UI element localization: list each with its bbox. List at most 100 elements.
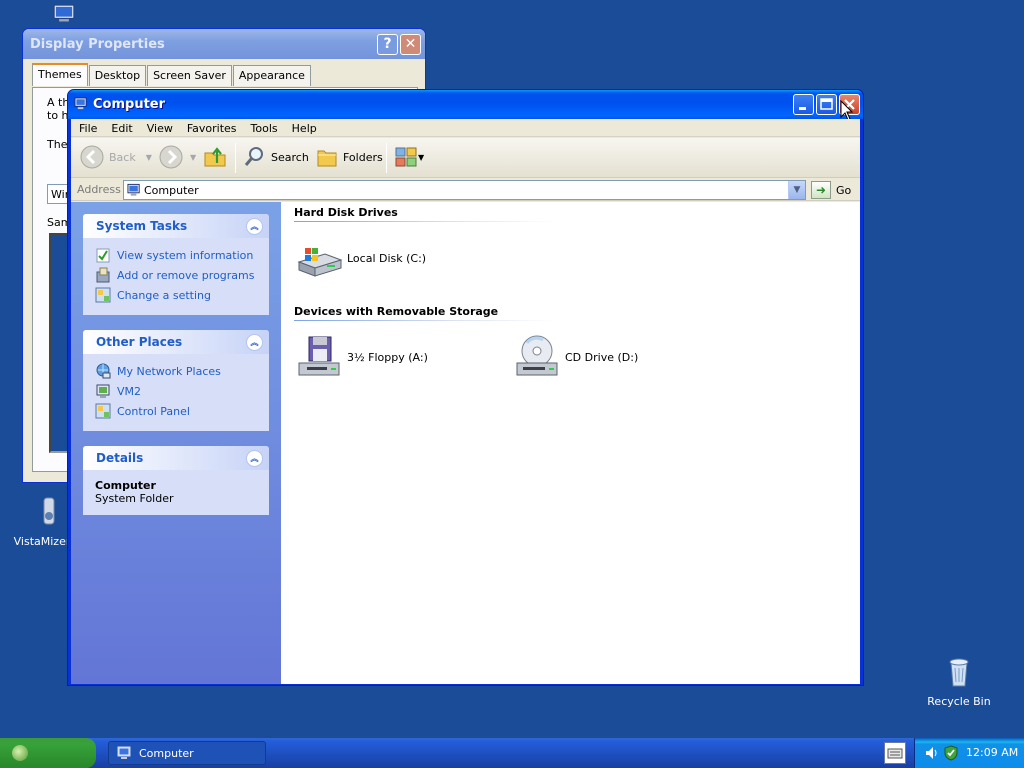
- computer-icon: [96, 384, 110, 398]
- collapse-chevron-icon[interactable]: ︽: [246, 333, 263, 351]
- drive-local-disk-c[interactable]: Local Disk (C:): [295, 234, 426, 282]
- change-a-setting-link[interactable]: Change a setting: [95, 285, 257, 305]
- menu-file[interactable]: File: [71, 119, 103, 136]
- control-panel-icon: [95, 287, 111, 303]
- tab-screen-saver[interactable]: Screen Saver: [147, 65, 232, 86]
- other-places-header[interactable]: Other Places ︽: [83, 330, 269, 354]
- address-dropdown-button[interactable]: ▼: [788, 181, 805, 199]
- vistamizer-icon: [43, 497, 55, 525]
- forward-arrow-icon: [159, 145, 183, 169]
- task-pane: System Tasks ︽ View system information A…: [71, 202, 281, 684]
- menu-edit[interactable]: Edit: [103, 119, 138, 136]
- system-tray: 12:09 AM: [914, 738, 1024, 768]
- collapse-chevron-icon[interactable]: ︽: [246, 217, 263, 235]
- keyboard-layout-icon[interactable]: [884, 742, 906, 764]
- network-places-icon: [96, 363, 111, 379]
- tab-appearance[interactable]: Appearance: [232, 65, 311, 86]
- control-panel-link[interactable]: Control Panel: [95, 401, 257, 421]
- back-label: Back: [109, 150, 136, 164]
- address-bar: Address Computer ▼ ➜ Go: [71, 179, 860, 201]
- minimize-icon: [799, 107, 806, 110]
- maximize-button[interactable]: [816, 94, 837, 115]
- minimize-button[interactable]: [793, 94, 814, 115]
- views-button[interactable]: ▼: [394, 144, 424, 170]
- display-properties-title: Display Properties: [30, 37, 165, 52]
- menu-view[interactable]: View: [139, 119, 179, 136]
- computer-window[interactable]: Computer File Edit View Favorites Tools …: [67, 89, 864, 686]
- window-body: File Edit View Favorites Tools Help Back…: [71, 119, 860, 684]
- details-type: System Folder: [95, 492, 174, 505]
- drive-label: Local Disk (C:): [347, 251, 427, 265]
- back-button[interactable]: Back ▼: [79, 144, 152, 170]
- menu-help[interactable]: Help: [284, 119, 323, 136]
- close-button[interactable]: ✕: [400, 34, 421, 55]
- tab-themes[interactable]: Themes: [32, 63, 88, 86]
- go-label: Go: [836, 183, 852, 197]
- system-tasks-panel: System Tasks ︽ View system information A…: [83, 214, 269, 315]
- folders-icon: [317, 150, 337, 167]
- hard-disk-icon: [297, 248, 343, 277]
- group-header-hard-disk-drives: Hard Disk Drives: [294, 206, 398, 219]
- menu-bar: File Edit View Favorites Tools Help: [71, 119, 860, 137]
- address-input[interactable]: Computer ▼: [123, 180, 806, 200]
- menu-tools[interactable]: Tools: [243, 119, 284, 136]
- my-network-places-link[interactable]: My Network Places: [95, 361, 257, 381]
- my-computer-icon: [74, 97, 87, 110]
- taskbar: Computer 12:09 AM: [0, 738, 1024, 768]
- go-button[interactable]: ➜ Go: [811, 181, 851, 199]
- window-titlebar[interactable]: Computer: [68, 90, 863, 121]
- group-divider: [294, 221, 556, 222]
- drive-cd-d[interactable]: CD Drive (D:): [513, 333, 638, 381]
- view-system-information-link[interactable]: View system information: [95, 245, 257, 265]
- security-shield-icon[interactable]: [943, 745, 959, 761]
- my-computer-icon: [53, 4, 75, 22]
- up-folder-button[interactable]: [203, 144, 227, 170]
- menu-favorites[interactable]: Favorites: [179, 119, 243, 136]
- other-places-title: Other Places: [96, 335, 183, 349]
- recycle-bin-icon: [949, 658, 969, 687]
- start-button[interactable]: [0, 738, 96, 768]
- tab-desktop[interactable]: Desktop: [88, 65, 147, 86]
- theme-label: The: [47, 138, 68, 151]
- folders-button[interactable]: Folders: [315, 144, 383, 170]
- search-button[interactable]: Search: [243, 144, 309, 170]
- group-divider: [294, 320, 556, 321]
- forward-button[interactable]: ▼: [158, 144, 196, 170]
- collapse-chevron-icon[interactable]: ︽: [246, 449, 263, 467]
- window-title: Computer: [93, 97, 166, 112]
- add-remove-programs-icon: [96, 267, 110, 283]
- windows-logo-icon: [12, 745, 28, 761]
- content-pane: Hard Disk Drives Local Disk (C:) Devices…: [281, 202, 860, 684]
- system-tasks-header[interactable]: System Tasks ︽: [83, 214, 269, 238]
- up-folder-icon: [204, 147, 226, 167]
- help-button[interactable]: ?: [377, 34, 398, 55]
- volume-icon[interactable]: [924, 745, 940, 761]
- desktop-icon-label: Recycle Bin: [927, 695, 991, 708]
- group-header-removable-storage: Devices with Removable Storage: [294, 305, 499, 318]
- my-computer-icon: [117, 746, 131, 759]
- taskbar-button-computer[interactable]: Computer: [108, 741, 266, 765]
- details-name: Computer: [95, 479, 156, 492]
- address-value: Computer: [144, 184, 199, 197]
- system-information-icon: [96, 248, 110, 263]
- system-tasks-title: System Tasks: [96, 219, 188, 233]
- vm2-link[interactable]: VM2: [95, 381, 257, 401]
- details-title: Details: [96, 451, 144, 465]
- details-header[interactable]: Details ︽: [83, 446, 269, 470]
- toolbar-separator: [235, 143, 236, 173]
- views-dropdown-icon: ▼: [418, 152, 425, 162]
- search-label: Search: [271, 150, 309, 164]
- standard-toolbar: Back ▼ ▼ Search Folders ▼: [71, 138, 860, 178]
- folders-label: Folders: [343, 150, 383, 164]
- display-properties-titlebar[interactable]: Display Properties: [23, 29, 425, 59]
- desktop-icon-recycle-bin[interactable]: Recycle Bin: [919, 656, 999, 708]
- views-icon: [395, 147, 417, 167]
- clock[interactable]: 12:09 AM: [966, 746, 1018, 759]
- forward-dropdown-icon[interactable]: ▼: [190, 153, 196, 162]
- back-dropdown-icon[interactable]: ▼: [146, 153, 152, 162]
- toolbar-separator: [386, 143, 387, 173]
- add-remove-programs-link[interactable]: Add or remove programs: [95, 265, 257, 285]
- maximize-icon: [820, 98, 833, 110]
- other-places-panel: Other Places ︽ My Network Places VM2 Con…: [83, 330, 269, 431]
- drive-floppy-a[interactable]: 3½ Floppy (A:): [295, 333, 428, 381]
